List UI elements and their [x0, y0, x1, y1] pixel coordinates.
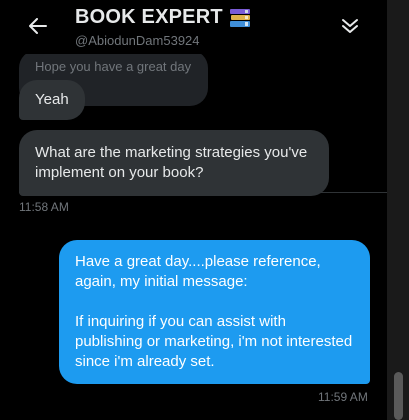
double-chevron-down-icon: [342, 19, 358, 33]
contact-handle[interactable]: @AbiodunDam53924: [75, 33, 200, 48]
outgoing-message-bubble[interactable]: Have a great day....please reference, ag…: [59, 240, 370, 384]
outgoing-timestamp: 11:59 AM: [318, 390, 368, 404]
books-icon: [229, 8, 250, 27]
incoming-message-bubble[interactable]: What are the marketing strategies you've…: [19, 130, 329, 196]
conversation-header: BOOK EXPERT @AbiodunDam53924: [0, 0, 387, 54]
message-divider: [19, 192, 387, 193]
back-button[interactable]: [26, 14, 50, 38]
scrollbar-thumb[interactable]: [394, 372, 403, 420]
collapse-button[interactable]: [338, 14, 362, 38]
scrollbar-track[interactable]: [387, 0, 409, 420]
title-row[interactable]: BOOK EXPERT: [75, 6, 251, 29]
contact-name[interactable]: BOOK EXPERT: [75, 6, 223, 29]
outgoing-message-text: Have a great day....please reference, ag…: [75, 253, 353, 370]
reply-message-text: Yeah: [35, 91, 69, 108]
arrow-left-icon: [29, 18, 47, 34]
incoming-message-text: What are the marketing strategies you've…: [35, 144, 308, 181]
incoming-timestamp: 11:58 AM: [19, 200, 69, 214]
reply-message-bubble[interactable]: Yeah: [19, 80, 85, 120]
dm-conversation-window: BOOK EXPERT @AbiodunDam53924 Hope you ha…: [0, 0, 409, 420]
quoted-message-text: Hope you have a great day: [35, 59, 192, 74]
